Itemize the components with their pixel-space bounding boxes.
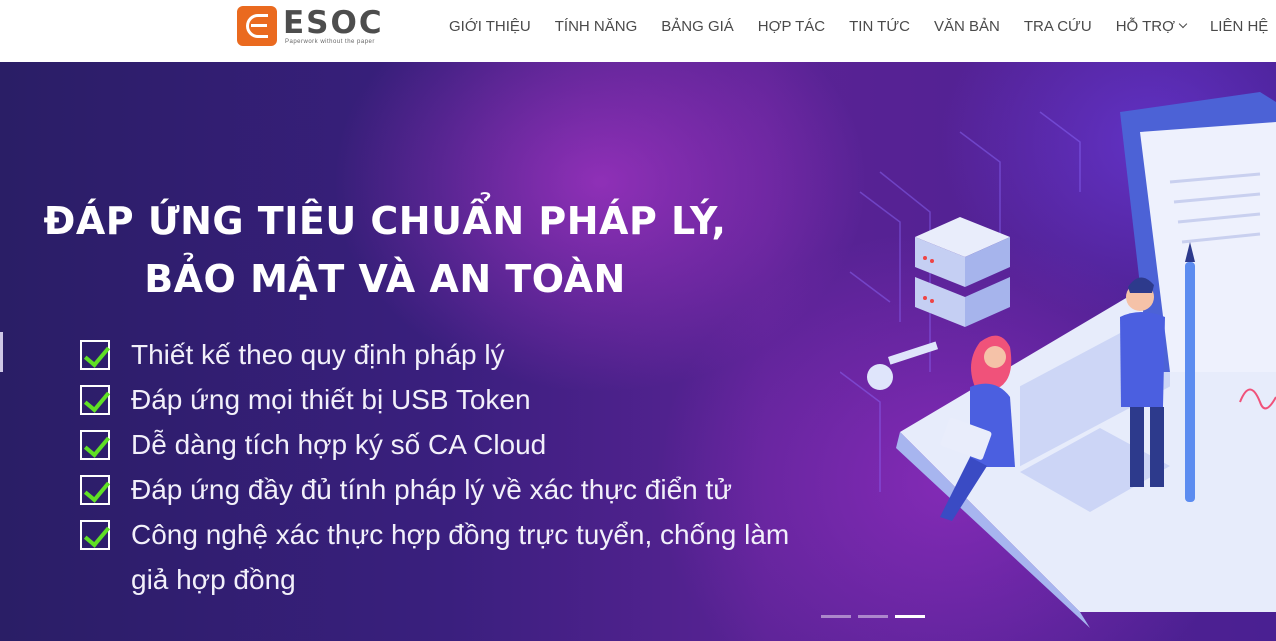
checkbox-checked-icon	[80, 520, 110, 550]
feature-list: Thiết kế theo quy định pháp lý Đáp ứng m…	[80, 332, 811, 602]
banner-headline: ĐÁP ỨNG TIÊU CHUẨN PHÁP LÝ, BẢO MẬT VÀ A…	[0, 192, 770, 308]
nav-label: GIỚI THIỆU	[449, 17, 531, 35]
feature-item: Thiết kế theo quy định pháp lý	[80, 332, 811, 377]
nav-label: VĂN BẢN	[934, 17, 1000, 35]
feature-text: Thiết kế theo quy định pháp lý	[131, 339, 505, 370]
slider-prev-handle[interactable]	[0, 332, 3, 372]
feature-item: Công nghệ xác thực hợp đồng trực tuyển, …	[80, 512, 811, 602]
nav-label: HỖ TRỢ	[1115, 17, 1175, 35]
chevron-down-icon	[1178, 19, 1188, 29]
nav-label: HỢP TÁC	[757, 17, 826, 35]
logo-tagline: Paperwork without the paper	[285, 39, 375, 45]
nav-label: TRA CỨU	[1023, 17, 1092, 35]
hero-banner: ĐÁP ỨNG TIÊU CHUẨN PHÁP LÝ, BẢO MẬT VÀ A…	[0, 62, 1276, 641]
nav-gioi-thieu[interactable]: GIỚI THIỆU	[437, 18, 543, 35]
feature-text: Đáp ứng mọi thiết bị USB Token	[131, 384, 531, 415]
checkbox-checked-icon	[80, 385, 110, 415]
headline-line-2: BẢO MẬT VÀ AN TOÀN	[144, 257, 626, 301]
nav-label: LIÊN HỆ	[1209, 17, 1269, 35]
main-nav: GIỚI THIỆU TÍNH NĂNG BẢNG GIÁ HỢP TÁC TI…	[437, 0, 1276, 52]
nav-hop-tac[interactable]: HỢP TÁC	[746, 18, 837, 35]
nav-tra-cuu[interactable]: TRA CỨU	[1012, 18, 1104, 35]
site-header: ESOC Paperwork without the paper GIỚI TH…	[0, 0, 1276, 62]
feature-text: Công nghệ xác thực hợp đồng trực tuyển, …	[131, 519, 790, 595]
nav-tin-tuc[interactable]: TIN TỨC	[837, 18, 922, 35]
feature-item: Dễ dàng tích hợp ký số CA Cloud	[80, 422, 811, 467]
nav-ho-tro[interactable]: HỖ TRỢ	[1104, 18, 1198, 35]
laptop-illustration	[840, 92, 1276, 628]
nav-label: TÍNH NĂNG	[554, 17, 638, 35]
nav-label: TIN TỨC	[849, 17, 910, 35]
slider-pagination	[821, 615, 925, 618]
feature-item: Đáp ứng mọi thiết bị USB Token	[80, 377, 811, 422]
feature-text: Dễ dàng tích hợp ký số CA Cloud	[131, 429, 547, 460]
nav-lien-he[interactable]: LIÊN HỆ	[1198, 18, 1276, 35]
checkbox-checked-icon	[80, 340, 110, 370]
nav-van-ban[interactable]: VĂN BẢN	[922, 18, 1012, 35]
feature-item: Đáp ứng đầy đủ tính pháp lý về xác thực …	[80, 467, 811, 512]
slider-dot-2[interactable]	[858, 615, 888, 618]
feature-text: Đáp ứng đầy đủ tính pháp lý về xác thực …	[131, 474, 733, 505]
headline-line-1: ĐÁP ỨNG TIÊU CHUẨN PHÁP LÝ,	[43, 199, 727, 243]
slider-dot-3[interactable]	[895, 615, 925, 618]
nav-bang-gia[interactable]: BẢNG GIÁ	[649, 18, 746, 35]
logo-wordmark: ESOC	[283, 5, 384, 41]
slider-dot-1[interactable]	[821, 615, 851, 618]
esoc-logo[interactable]: ESOC Paperwork without the paper	[237, 5, 384, 47]
nav-tinh-nang[interactable]: TÍNH NĂNG	[543, 18, 650, 35]
checkbox-checked-icon	[80, 475, 110, 505]
nav-label: BẢNG GIÁ	[661, 17, 734, 35]
checkbox-checked-icon	[80, 430, 110, 460]
esoc-logo-icon	[237, 6, 277, 46]
